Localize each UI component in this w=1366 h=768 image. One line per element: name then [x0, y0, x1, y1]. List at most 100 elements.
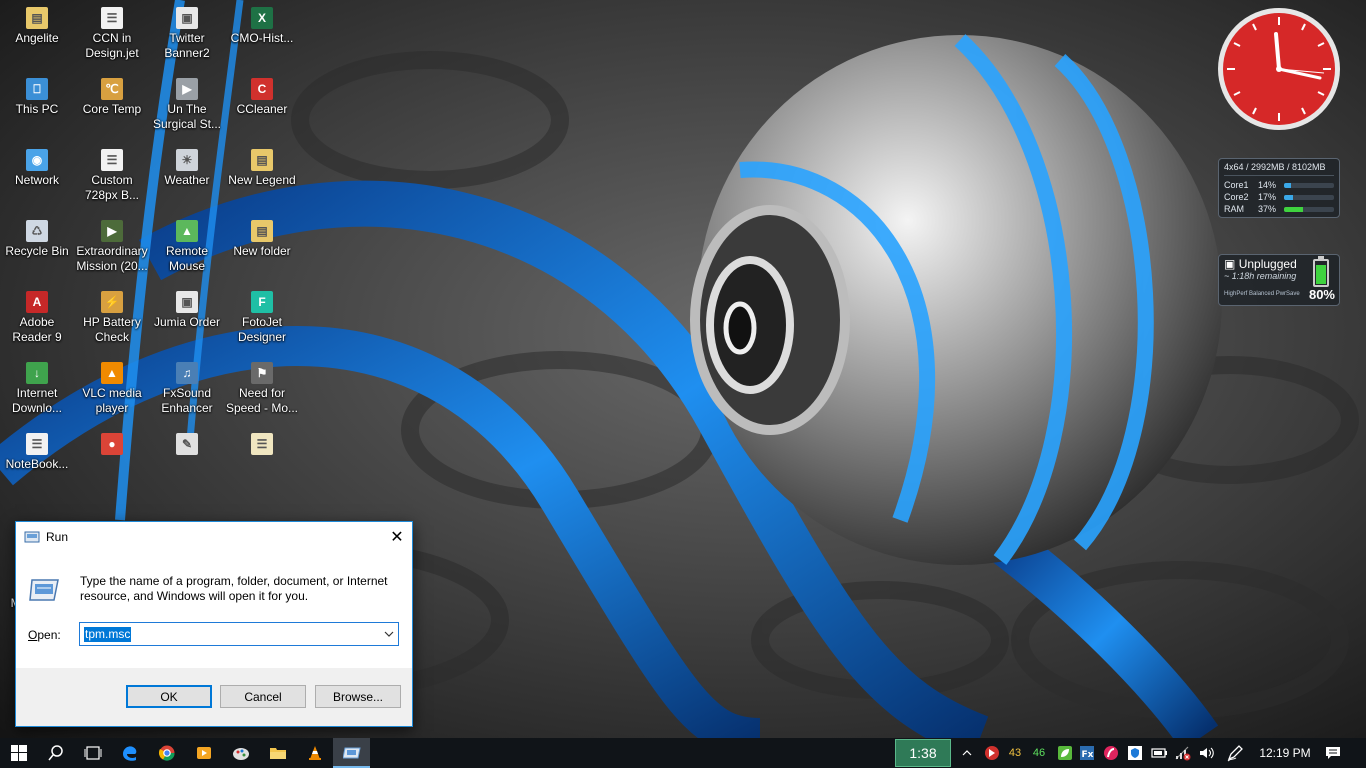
document-icon: ☰ — [26, 433, 48, 455]
desktop-icon-label: Remote Mouse — [165, 244, 209, 273]
desktop-icon-label: New Legend — [228, 173, 296, 187]
analog-clock-gadget[interactable] — [1216, 6, 1342, 132]
search-icon — [47, 745, 63, 761]
timer-gadget[interactable]: 1:38 — [895, 739, 951, 767]
desktop-icon[interactable]: C CCleaner — [225, 78, 299, 117]
tray-power[interactable] — [1148, 738, 1170, 768]
video-file-icon: ▶ — [176, 78, 198, 100]
tray-temp-1[interactable]: 43 — [1006, 738, 1024, 768]
chrome-icon: ● — [101, 433, 123, 455]
run-dialog-description: Type the name of a program, folder, docu… — [80, 574, 388, 603]
tray-temp-2[interactable]: 46 — [1030, 738, 1048, 768]
desktop-icon[interactable]: ♺ Recycle Bin — [0, 220, 74, 259]
game-icon: ⚑ — [251, 362, 273, 384]
desktop-icon[interactable]: ☰ Custom 728px B... — [75, 149, 149, 203]
paint-icon — [232, 748, 249, 760]
show-hidden-icons-button[interactable] — [958, 738, 976, 768]
desktop-icon[interactable]: ▶ Un The Surgical St... — [150, 78, 224, 132]
edge-icon — [122, 746, 136, 761]
desktop-icon[interactable]: ℃ Core Temp — [75, 78, 149, 117]
ccleaner-icon: C — [251, 78, 273, 100]
desktop-icon[interactable]: ▤ New folder — [225, 220, 299, 259]
desktop-icon-label: Network — [14, 173, 59, 187]
desktop-icon[interactable]: ▲ Remote Mouse — [150, 220, 224, 274]
cpu-meter-value: 17% — [1258, 192, 1277, 202]
desktop-icon[interactable]: ▶ Extraordinary Mission (20... — [75, 220, 149, 274]
taskbar-vlc[interactable] — [296, 738, 333, 768]
desktop-icon[interactable]: ☰ CCN in Design.jet — [75, 7, 149, 61]
open-combobox[interactable]: tpm.msc — [79, 622, 399, 646]
desktop-icon[interactable]: ⚡ HP Battery Check — [75, 291, 149, 345]
mode-highperf[interactable]: HighPerf — [1224, 291, 1247, 297]
cpu-meter-value: 14% — [1258, 180, 1277, 190]
desktop-icon-label: New folder — [233, 244, 291, 258]
desktop-icon[interactable]: ♫ FxSound Enhancer — [150, 362, 224, 416]
battery-gadget[interactable]: ▣ Unplugged ~ 1:18h remaining HighPerf B… — [1218, 254, 1340, 306]
taskbar-chrome[interactable] — [148, 738, 185, 768]
tray-red-app[interactable] — [1100, 738, 1122, 768]
tray-network[interactable] — [1172, 738, 1194, 768]
desktop-icon[interactable]: A Adobe Reader 9 — [0, 291, 74, 345]
battery-level-icon — [1313, 256, 1329, 287]
open-dropdown-button[interactable] — [380, 623, 398, 645]
action-center-button[interactable] — [1318, 738, 1348, 768]
desktop-icon-label: Extraordinary Mission (20... — [76, 244, 148, 273]
desktop-icon[interactable]: ▣ Jumia Order — [150, 291, 224, 330]
open-label: Open: — [28, 628, 61, 642]
taskbar-file-explorer[interactable] — [259, 738, 296, 768]
desktop-icon[interactable]: ▤ Angelite — [0, 7, 74, 46]
close-button[interactable]: ✕ — [382, 522, 412, 552]
leaf-icon — [1058, 746, 1072, 760]
desktop-icon[interactable]: ✎ — [150, 433, 224, 457]
desktop-icon[interactable]: ● — [75, 433, 149, 457]
desktop-icon[interactable]: ▣ Twitter Banner2 — [150, 7, 224, 61]
desktop-icon[interactable]: ⚑ Need for Speed - Mo... — [225, 362, 299, 416]
remote-mouse-icon: ▲ — [176, 220, 198, 242]
cpu-meter-bar — [1284, 194, 1334, 200]
desktop-icon[interactable]: ↓ Internet Downlo... — [0, 362, 74, 416]
ok-button[interactable]: OK — [126, 685, 212, 708]
desktop-icon[interactable]: ▤ New Legend — [225, 149, 299, 188]
thermometer-icon: ℃ — [101, 78, 123, 100]
cpu-meter-fill — [1284, 182, 1291, 188]
desktop-icon-label: Recycle Bin — [5, 244, 69, 258]
shield-icon — [1128, 746, 1142, 760]
desktop-icon-label: NoteBook... — [5, 457, 69, 471]
desktop-icon[interactable]: ☀ Weather — [150, 149, 224, 188]
taskbar-run[interactable] — [333, 738, 370, 768]
cpu-meter-row: RAM 37% — [1224, 203, 1334, 215]
fxsound-icon: Fx — [1080, 746, 1094, 760]
desktop-icon-label: FotoJet Designer — [237, 315, 287, 344]
tray-defender[interactable] — [1124, 738, 1146, 768]
desktop-icon[interactable]: ⎕ This PC — [0, 78, 74, 117]
desktop-icon[interactable]: X CMO-Hist... — [225, 7, 299, 46]
taskbar-media-player[interactable] — [185, 738, 222, 768]
run-large-icon — [29, 579, 59, 601]
start-button[interactable] — [0, 738, 37, 768]
browse-button[interactable]: Browse... — [315, 685, 401, 708]
mode-balanced[interactable]: Balanced — [1249, 291, 1274, 297]
desktop-icon[interactable]: ▲ VLC media player — [75, 362, 149, 416]
tray-fxsound[interactable]: Fx — [1076, 738, 1098, 768]
desktop-icon[interactable]: ☰ NoteBook... — [0, 433, 74, 472]
tray-core-temp[interactable] — [980, 738, 1004, 768]
taskbar-edge[interactable] — [111, 738, 148, 768]
tray-pen[interactable] — [1222, 738, 1248, 768]
vlc-icon — [308, 746, 321, 760]
taskbar-paint[interactable] — [222, 738, 259, 768]
cpu-meter-gadget[interactable]: 4x64 / 2992MB / 8102MB Core1 14% Core2 17% R… — [1218, 158, 1340, 218]
tray-volume[interactable] — [1196, 738, 1218, 768]
taskbar-clock[interactable]: 12:19 PM — [1255, 738, 1315, 768]
desktop-icon[interactable]: ☰ — [225, 433, 299, 457]
run-dialog-titlebar[interactable]: Run ✕ — [16, 522, 412, 552]
task-view-button[interactable] — [74, 738, 111, 768]
tray-leaf-app[interactable] — [1054, 738, 1076, 768]
speaker-icon — [1200, 747, 1214, 759]
image-icon: ▣ — [176, 7, 198, 29]
battery-percent: 80% — [1308, 287, 1335, 302]
desktop-icon[interactable]: F FotoJet Designer — [225, 291, 299, 345]
cancel-button[interactable]: Cancel — [220, 685, 306, 708]
mode-pwrsave[interactable]: PwrSave — [1276, 291, 1300, 297]
search-button[interactable] — [37, 738, 74, 768]
desktop-icon[interactable]: ◉ Network — [0, 149, 74, 188]
